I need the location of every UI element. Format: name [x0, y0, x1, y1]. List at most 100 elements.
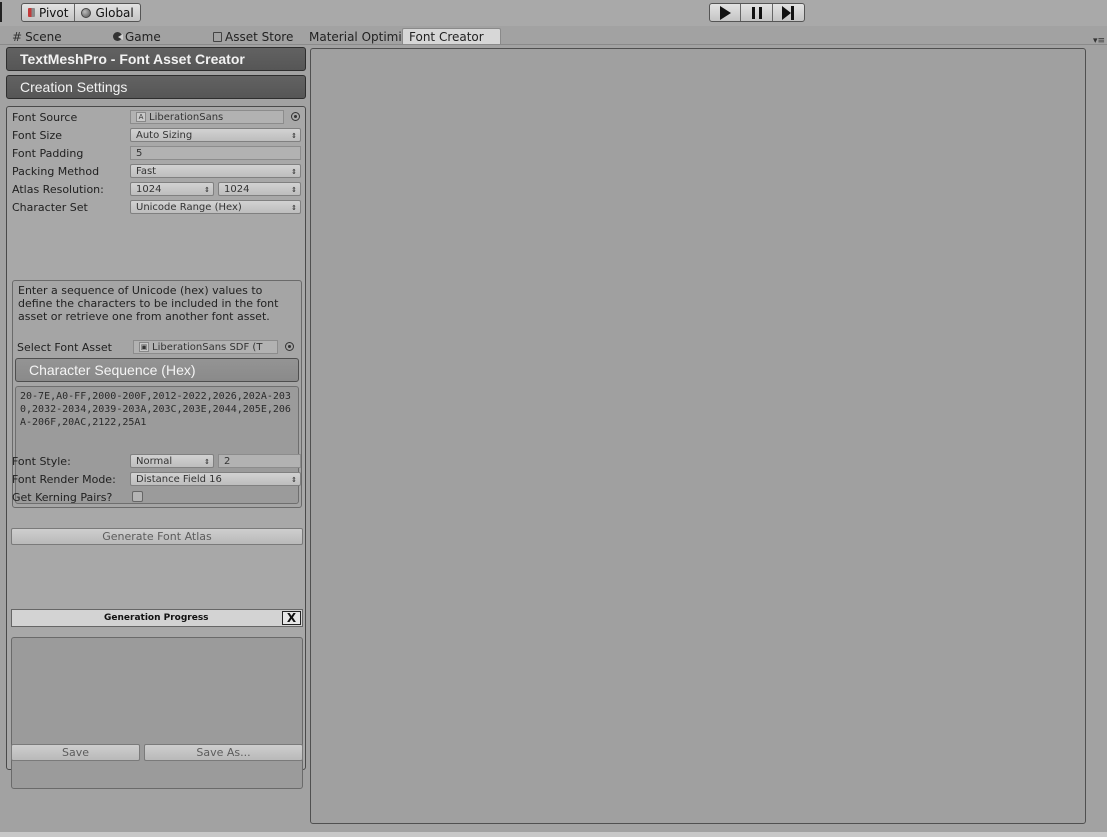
- tab-label: Material Optimi: [309, 29, 402, 44]
- font-style-label: Font Style:: [12, 454, 71, 468]
- packing-method-value: Fast: [136, 165, 157, 177]
- panel-menu-icon[interactable]: ▾≡: [1093, 36, 1105, 46]
- toolbar-edge: [0, 2, 2, 22]
- object-picker-icon[interactable]: [291, 112, 300, 121]
- progress-label: Generation Progress: [104, 613, 209, 623]
- render-mode-label: Font Render Mode:: [12, 472, 116, 486]
- dropdown-arrow-icon: ⇕: [291, 132, 297, 140]
- dropdown-arrow-icon: ⇕: [291, 476, 297, 484]
- kerning-label: Get Kerning Pairs?: [12, 490, 113, 504]
- atlas-width-dropdown[interactable]: 1024 ⇕: [130, 182, 214, 196]
- packing-method-row: Packing Method: [12, 164, 130, 178]
- font-asset-icon: ▣: [139, 342, 149, 352]
- packing-method-label: Packing Method: [12, 164, 100, 178]
- font-source-value: LiberationSans: [149, 111, 224, 123]
- font-size-value: Auto Sizing: [136, 129, 193, 141]
- font-size-row: Font Size: [12, 128, 130, 142]
- bag-icon: [213, 31, 222, 42]
- help-text: Enter a sequence of Unicode (hex) values…: [18, 284, 279, 323]
- render-mode-value: Distance Field 16: [136, 473, 222, 485]
- step-button[interactable]: [773, 4, 804, 21]
- font-padding-input[interactable]: 5: [130, 146, 301, 160]
- tab-label: Scene: [25, 29, 62, 44]
- play-icon: [719, 5, 731, 20]
- font-source-field[interactable]: A LiberationSans: [130, 110, 284, 124]
- select-font-asset-value: LiberationSans SDF (T: [152, 341, 263, 353]
- packing-method-dropdown[interactable]: Fast ⇕: [130, 164, 301, 178]
- step-icon: [782, 5, 795, 20]
- toolbar: Pivot Global: [0, 0, 1107, 26]
- font-padding-row: Font Padding: [12, 146, 130, 160]
- pivot-label: Pivot: [39, 5, 69, 20]
- pivot-button[interactable]: Pivot: [22, 4, 76, 21]
- tab-font-creator[interactable]: Font Creator: [402, 28, 501, 45]
- save-as-button[interactable]: Save As...: [144, 744, 303, 761]
- pivot-icon: [28, 8, 35, 17]
- font-style-amount-input[interactable]: 2: [218, 454, 301, 468]
- font-file-icon: A: [136, 112, 146, 122]
- pause-button[interactable]: [741, 4, 773, 21]
- character-set-value: Unicode Range (Hex): [136, 201, 242, 213]
- globe-icon: [81, 7, 92, 18]
- select-font-asset-label: Select Font Asset: [17, 340, 112, 354]
- character-set-row: Character Set: [12, 200, 130, 214]
- font-padding-label: Font Padding: [12, 146, 84, 160]
- dropdown-arrow-icon: ⇕: [291, 186, 297, 194]
- character-sequence-header: Character Sequence (Hex): [15, 358, 299, 382]
- close-icon[interactable]: X: [282, 611, 301, 625]
- save-button[interactable]: Save: [11, 744, 140, 761]
- tab-material-optimizer[interactable]: Material Optimi: [303, 28, 408, 45]
- font-style-amount: 2: [224, 455, 231, 467]
- kerning-checkbox[interactable]: [132, 491, 143, 502]
- dropdown-arrow-icon: ⇕: [291, 204, 297, 212]
- dropdown-arrow-icon: ⇕: [204, 186, 210, 194]
- atlas-resolution-label: Atlas Resolution:: [12, 182, 104, 196]
- select-font-asset-row: Select Font Asset: [17, 340, 135, 354]
- pacman-icon: [113, 32, 123, 41]
- dropdown-arrow-icon: ⇕: [291, 168, 297, 176]
- render-mode-row: Font Render Mode:: [12, 472, 130, 486]
- hash-icon: #: [12, 29, 23, 44]
- tab-divider: [0, 44, 1107, 45]
- output-log-area: [11, 637, 303, 789]
- tab-scene[interactable]: # Scene: [6, 28, 68, 45]
- font-style-value: Normal: [136, 455, 173, 467]
- font-style-dropdown[interactable]: Normal ⇕: [130, 454, 214, 468]
- atlas-preview-area: [310, 48, 1086, 824]
- generate-font-atlas-button[interactable]: Generate Font Atlas: [11, 528, 303, 545]
- tab-label: Asset Store: [225, 29, 294, 44]
- playback-controls: [709, 3, 805, 22]
- character-set-label: Character Set: [12, 200, 88, 214]
- global-button[interactable]: Global: [75, 4, 139, 21]
- font-padding-value: 5: [136, 147, 143, 159]
- pivot-global-group: Pivot Global: [21, 3, 141, 22]
- object-picker-icon[interactable]: [285, 342, 294, 351]
- font-source-label: Font Source: [12, 110, 78, 124]
- font-source-row: Font Source: [12, 110, 130, 124]
- atlas-width-value: 1024: [136, 183, 162, 195]
- font-style-row: Font Style:: [12, 454, 130, 468]
- atlas-resolution-row: Atlas Resolution:: [12, 182, 130, 196]
- atlas-height-value: 1024: [224, 183, 250, 195]
- panel-title: TextMeshPro - Font Asset Creator: [6, 47, 306, 71]
- pause-icon: [751, 6, 762, 19]
- tab-game[interactable]: Game: [107, 28, 167, 45]
- creation-settings-box: Font Source A LiberationSans Font Size A…: [6, 106, 306, 789]
- font-size-dropdown[interactable]: Auto Sizing ⇕: [130, 128, 301, 142]
- global-label: Global: [95, 5, 134, 20]
- tab-bar: # Scene Game Asset Store Material Optimi…: [0, 28, 1107, 45]
- generation-progress-bar: Generation Progress X: [11, 609, 303, 627]
- kerning-row: Get Kerning Pairs?: [12, 490, 130, 504]
- character-set-dropdown[interactable]: Unicode Range (Hex) ⇕: [130, 200, 301, 214]
- font-size-label: Font Size: [12, 128, 63, 142]
- tab-asset-store[interactable]: Asset Store: [207, 28, 299, 45]
- character-sequence-input[interactable]: 20-7E,A0-FF,2000-200F,2012-2022,2026,202…: [15, 386, 299, 504]
- atlas-height-dropdown[interactable]: 1024 ⇕: [218, 182, 301, 196]
- tab-label: Font Creator: [409, 30, 484, 44]
- creation-settings-header[interactable]: Creation Settings: [6, 75, 306, 99]
- tab-label: Game: [125, 29, 161, 44]
- select-font-asset-field[interactable]: ▣ LiberationSans SDF (T: [133, 340, 278, 354]
- render-mode-dropdown[interactable]: Distance Field 16 ⇕: [130, 472, 301, 486]
- dropdown-arrow-icon: ⇕: [204, 458, 210, 466]
- play-button[interactable]: [710, 4, 742, 21]
